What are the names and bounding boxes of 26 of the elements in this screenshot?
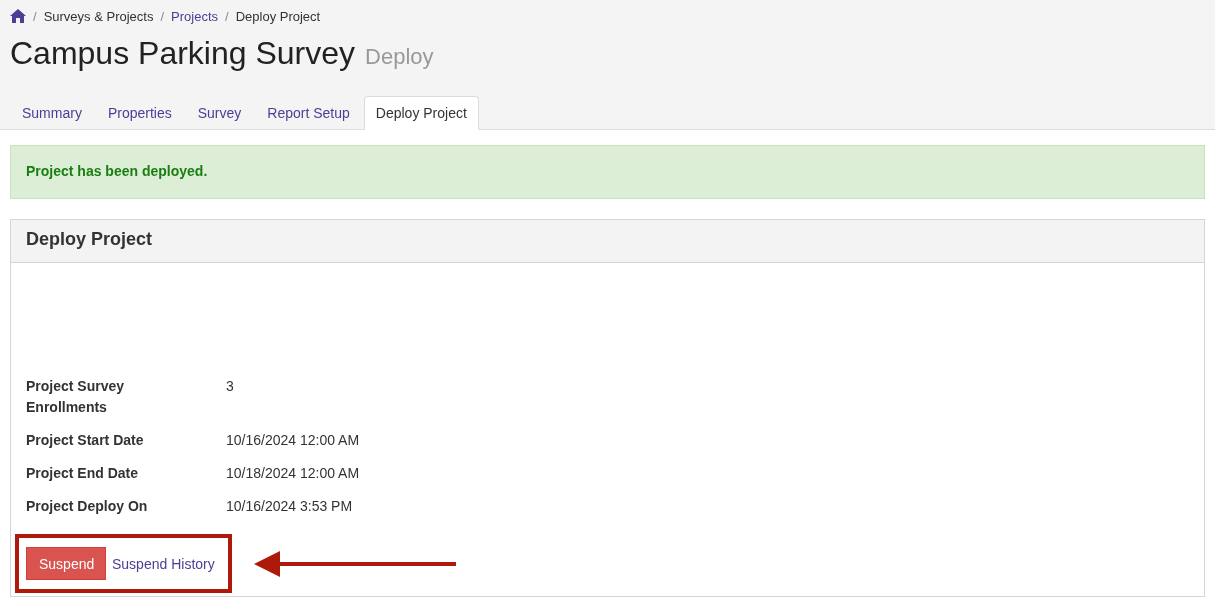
- page-subtitle: Deploy: [365, 43, 434, 71]
- tab[interactable]: Summary: [10, 96, 94, 130]
- breadcrumb-separator: /: [159, 8, 166, 26]
- page-title: Campus Parking Survey: [10, 34, 356, 73]
- home-icon[interactable]: [10, 8, 26, 23]
- detail-label: Project Deploy On: [26, 497, 148, 516]
- tab[interactable]: Properties: [95, 96, 184, 130]
- tab[interactable]: Survey: [185, 96, 254, 130]
- detail-value: 10/18/2024 12:00 AM: [226, 464, 360, 483]
- panel-title: Deploy Project: [26, 228, 153, 251]
- suspend-button[interactable]: Suspend: [26, 547, 106, 580]
- detail-value: 10/16/2024 3:53 PM: [226, 497, 353, 516]
- breadcrumb-separator: /: [224, 8, 230, 26]
- breadcrumb-link[interactable]: Projects: [171, 7, 219, 26]
- tab[interactable]: Report Setup: [255, 96, 362, 130]
- detail-label: Project Start Date: [26, 431, 144, 450]
- detail-label: Project Survey Enrollments: [26, 377, 126, 417]
- tab[interactable]: Deploy Project: [363, 96, 479, 130]
- detail-label: Project End Date: [26, 464, 139, 483]
- breadcrumb-separator: /: [32, 8, 38, 26]
- history-link[interactable]: Suspend History: [112, 553, 215, 574]
- alert-message: Project has been deployed.: [26, 162, 208, 181]
- detail-value: 3: [226, 377, 234, 396]
- breadcrumb-item: Surveys & Projects: [43, 8, 154, 26]
- detail-value: 10/16/2024 12:00 AM: [226, 431, 360, 450]
- breadcrumb-item: Deploy Project: [235, 8, 321, 26]
